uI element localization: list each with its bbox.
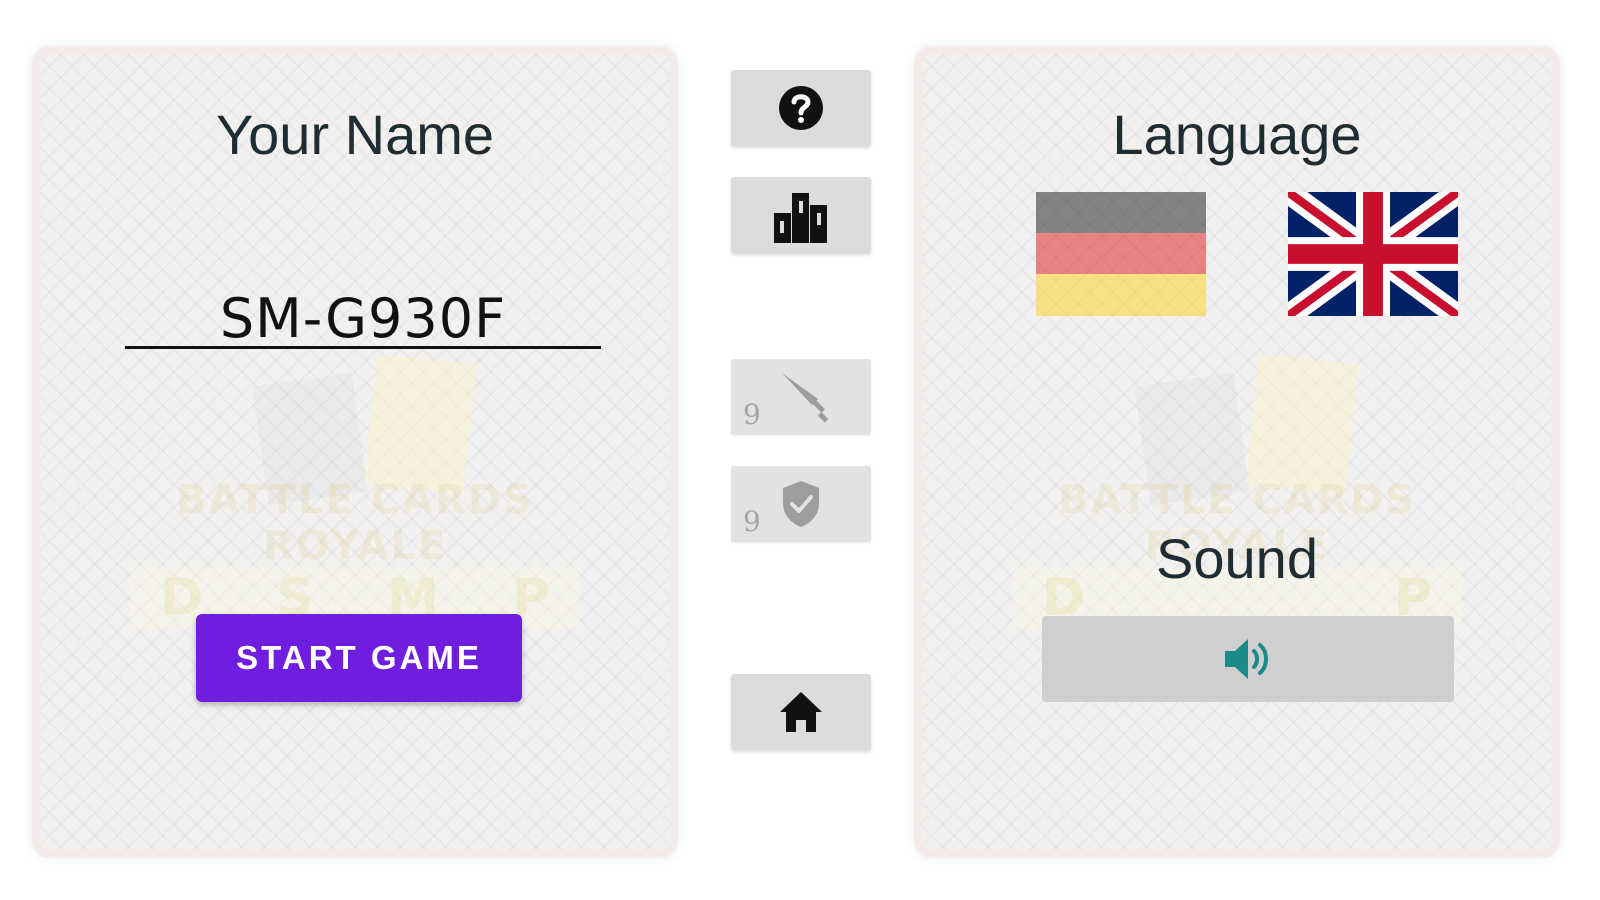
german-flag-icon[interactable] [1036, 192, 1206, 316]
help-icon [779, 86, 823, 130]
name-title: Your Name [215, 103, 495, 166]
defense-count: 9 [743, 505, 761, 538]
home-icon [780, 692, 822, 732]
name-input-underline [125, 346, 601, 349]
watermark-cards [1134, 354, 1382, 506]
sound-toggle-button[interactable] [1042, 616, 1454, 702]
attack-count: 9 [743, 398, 761, 431]
uk-flag-icon[interactable] [1288, 192, 1458, 316]
language-title: Language [1112, 103, 1362, 166]
help-button[interactable] [731, 70, 871, 146]
defense-button[interactable]: 9 [731, 466, 871, 542]
start-game-button[interactable]: START GAME [196, 614, 522, 702]
watermark-cards [252, 354, 500, 506]
leaderboard-button[interactable] [731, 177, 871, 253]
home-button[interactable] [731, 674, 871, 750]
volume-up-icon [1225, 639, 1268, 679]
podium-icon [774, 193, 827, 243]
shield-check-icon [783, 481, 819, 527]
sword-icon [782, 373, 829, 423]
settings-panel: BATTLE CARDS ROYALE D P Language Sound [914, 46, 1560, 858]
name-panel: BATTLE CARDS ROYALE D S M P Your Name SM… [32, 46, 678, 858]
watermark-title: BATTLE CARDS ROYALE [176, 477, 534, 569]
attack-button[interactable]: 9 [731, 359, 871, 435]
sound-title: Sound [1156, 527, 1318, 590]
